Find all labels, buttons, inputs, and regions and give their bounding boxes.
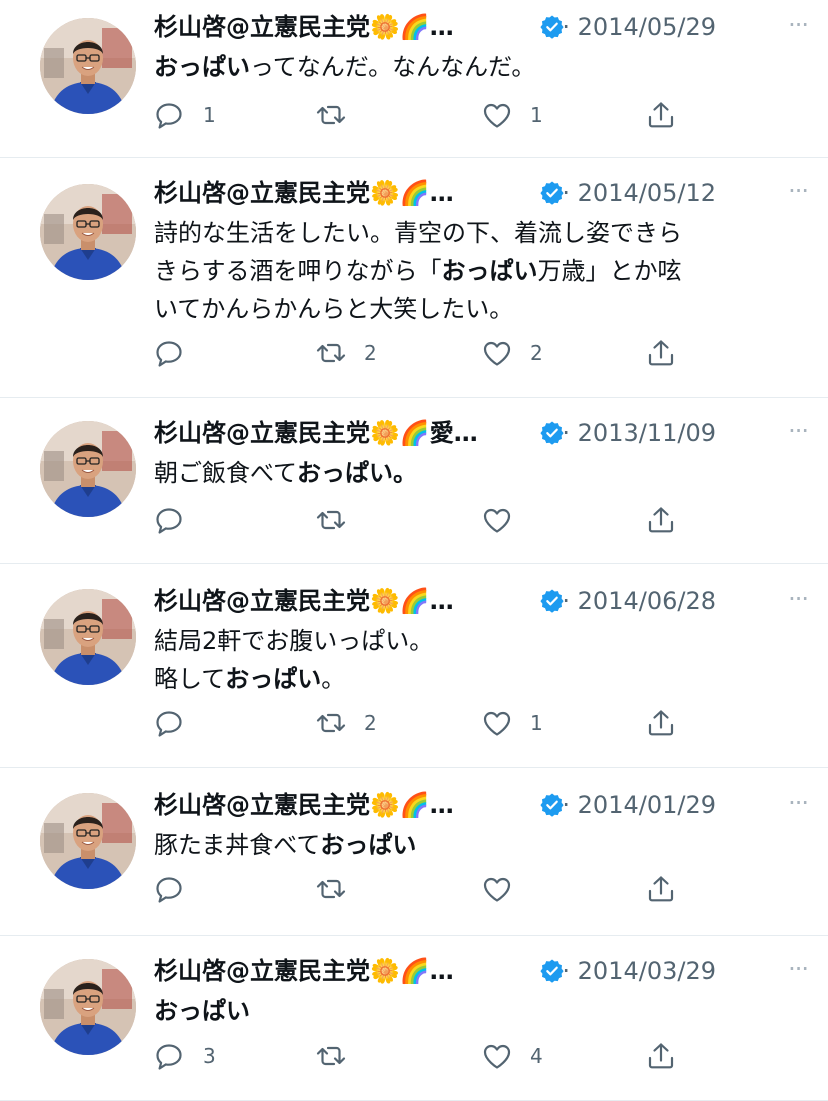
tweet-date[interactable]: · 2014/05/29 <box>562 10 716 44</box>
tweet-text-span: ってなんだ。なんなんだ。 <box>250 53 536 81</box>
more-options-icon[interactable]: ··· <box>788 10 809 40</box>
author-name[interactable]: 杉山啓@立憲民主党🌼🌈… <box>154 788 454 822</box>
avatar[interactable] <box>40 793 136 889</box>
tweet-header: 杉山啓@立憲民主党🌼🌈… · 2014/05/29 ··· <box>154 10 809 44</box>
tweet-text: 結局2軒でお腹いっぱい。 略しておっぱい。 <box>154 622 794 698</box>
like-count: 2 <box>530 341 543 365</box>
tweet-date[interactable]: · 2014/03/29 <box>562 954 716 988</box>
like-count: 1 <box>530 711 543 735</box>
reply-count: 1 <box>203 103 216 127</box>
author-name[interactable]: 杉山啓@立憲民主党🌼🌈愛… <box>154 416 478 450</box>
verified-badge-icon <box>539 792 565 818</box>
author-name[interactable]: 杉山啓@立憲民主党🌼🌈… <box>154 10 454 44</box>
retweet-count: 2 <box>364 341 377 365</box>
tweet-text-span: 朝ご飯食べて <box>154 459 298 487</box>
tweet-text-bold: おっぱい <box>154 997 250 1025</box>
tweet-date[interactable]: · 2014/06/28 <box>562 584 716 618</box>
avatar[interactable] <box>40 421 136 517</box>
tweet-text: 詩的な生活をしたい。青空の下、着流し姿できら きらする酒を呷りながら「おっぱい万… <box>154 214 794 328</box>
avatar[interactable] <box>40 184 136 280</box>
tweet-text-span: 。 <box>321 665 346 693</box>
tweet-text: おっぱい <box>154 992 794 1030</box>
like-count: 4 <box>530 1044 543 1068</box>
tweet-text: 豚たま丼食べておっぱい <box>154 826 794 864</box>
tweet-header: 杉山啓@立憲民主党🌼🌈… · 2014/05/12 ··· <box>154 176 809 210</box>
avatar[interactable] <box>40 959 136 1055</box>
tweet-date[interactable]: · 2013/11/09 <box>562 416 716 450</box>
more-options-icon[interactable]: ··· <box>788 176 809 206</box>
tweet-text-span: 豚たま丼食べて <box>154 831 321 859</box>
retweet-count: 2 <box>364 711 377 735</box>
tweet-text-bold: おっぱい <box>154 53 250 81</box>
more-options-icon[interactable]: ··· <box>788 788 809 818</box>
reply-count: 3 <box>203 1044 216 1068</box>
more-options-icon[interactable]: ··· <box>788 416 809 446</box>
tweet-text: おっぱいってなんだ。なんなんだ。 <box>154 48 794 86</box>
verified-badge-icon <box>539 958 565 984</box>
more-options-icon[interactable]: ··· <box>788 954 809 984</box>
verified-badge-icon <box>539 588 565 614</box>
verified-badge-icon <box>539 14 565 40</box>
tweet-header: 杉山啓@立憲民主党🌼🌈… · 2014/03/29 ··· <box>154 954 809 988</box>
like-count: 1 <box>530 103 543 127</box>
tweet-text: 朝ご飯食べておっぱい。 <box>154 454 794 492</box>
verified-badge-icon <box>539 420 565 446</box>
tweet-text-bold: おっぱい <box>320 831 417 859</box>
author-name[interactable]: 杉山啓@立憲民主党🌼🌈… <box>154 176 454 210</box>
tweet-date[interactable]: · 2014/05/12 <box>562 176 716 210</box>
tweet-text-bold: おっぱい。 <box>297 459 418 487</box>
more-options-icon[interactable]: ··· <box>788 584 809 614</box>
tweet-header: 杉山啓@立憲民主党🌼🌈愛… · 2013/11/09 ··· <box>154 416 809 450</box>
tweet-text-bold: おっぱい <box>225 665 322 693</box>
author-name[interactable]: 杉山啓@立憲民主党🌼🌈… <box>154 584 454 618</box>
tweet-header: 杉山啓@立憲民主党🌼🌈… · 2014/01/29 ··· <box>154 788 809 822</box>
verified-badge-icon <box>539 180 565 206</box>
avatar[interactable] <box>40 589 136 685</box>
tweet-header: 杉山啓@立憲民主党🌼🌈… · 2014/06/28 ··· <box>154 584 809 618</box>
avatar[interactable] <box>40 18 136 114</box>
tweet-date[interactable]: · 2014/01/29 <box>562 788 716 822</box>
tweet-text-bold: おっぱい <box>441 257 538 285</box>
author-name[interactable]: 杉山啓@立憲民主党🌼🌈… <box>154 954 454 988</box>
